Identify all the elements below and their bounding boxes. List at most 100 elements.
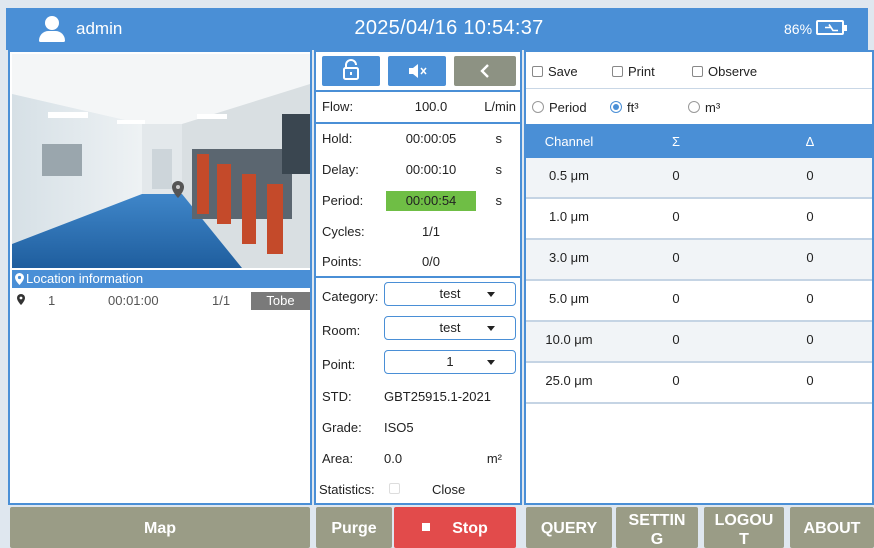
location-header: Location information xyxy=(12,270,310,288)
category-dropdown[interactable]: test xyxy=(384,282,516,306)
statistics-row: Statistics: Close xyxy=(316,475,520,505)
logout-label-line2: T xyxy=(739,531,749,548)
back-button[interactable] xyxy=(454,56,516,86)
table-header: Channel Σ Δ xyxy=(526,124,872,158)
header-sum: Σ xyxy=(671,134,681,149)
cycles-value: 1/1 xyxy=(421,224,441,239)
room-dropdown[interactable]: test xyxy=(384,316,516,340)
points-label: Points: xyxy=(322,254,362,269)
period-row: Period: 00:00:54 s xyxy=(316,186,520,216)
std-row: STD: GBT25915.1-2021 xyxy=(316,382,520,412)
header-delta: Δ xyxy=(805,134,815,149)
area-unit: m² xyxy=(486,451,502,466)
app-root: admin 2025/04/16 10:54:37 86% Location i… xyxy=(0,0,874,548)
cycles-row: Cycles: 1/1 xyxy=(316,217,520,247)
room-photo xyxy=(12,54,310,268)
ft3-radio[interactable]: ft³ xyxy=(610,100,639,115)
area-row: Area: 0.0 m² xyxy=(316,444,520,474)
setting-button[interactable]: SETTIN G xyxy=(616,507,698,548)
delay-row: Delay: 00:00:10 s xyxy=(316,155,520,185)
location-row[interactable]: 1 00:01:00 1/1 Tobe xyxy=(12,292,310,310)
point-dropdown[interactable]: 1 xyxy=(384,350,516,374)
table-row[interactable]: 3.0 μm 0 0 xyxy=(526,240,872,281)
statistics-close[interactable]: Close xyxy=(432,482,465,497)
m3-radio[interactable]: m³ xyxy=(688,100,720,115)
period-unit: s xyxy=(495,193,503,208)
top-bar: admin 2025/04/16 10:54:37 86% xyxy=(6,8,868,50)
flow-unit: L/min xyxy=(484,99,516,114)
location-time: 00:01:00 xyxy=(108,293,159,308)
about-button[interactable]: ABOUT xyxy=(790,507,874,548)
delta-cell: 0 xyxy=(806,291,814,306)
table-row[interactable]: 10.0 μm 0 0 xyxy=(526,322,872,363)
chevron-left-icon xyxy=(480,64,489,78)
points-row: Points: 0/0 xyxy=(316,247,520,277)
save-label: Save xyxy=(548,64,578,79)
stop-icon xyxy=(422,523,431,531)
statistics-checkbox[interactable] xyxy=(389,483,400,494)
hold-unit: s xyxy=(495,131,503,146)
table-row[interactable]: 5.0 μm 0 0 xyxy=(526,281,872,322)
period-radio-label: Period xyxy=(549,100,587,115)
delay-label: Delay: xyxy=(322,162,359,177)
std-value: GBT25915.1-2021 xyxy=(384,389,491,404)
table-row[interactable]: 0.5 μm 0 0 xyxy=(526,158,872,199)
channel-cell: 10.0 μm xyxy=(545,332,593,347)
category-value: test xyxy=(439,286,461,301)
grade-label: Grade: xyxy=(322,420,362,435)
logout-button[interactable]: LOGOU T xyxy=(704,507,784,548)
sum-cell: 0 xyxy=(672,291,680,306)
purge-button[interactable]: Purge xyxy=(316,507,392,548)
divider xyxy=(526,88,872,89)
table-row[interactable]: 1.0 μm 0 0 xyxy=(526,199,872,240)
point-label: Point: xyxy=(322,357,356,372)
print-label: Print xyxy=(628,64,655,79)
delta-cell: 0 xyxy=(806,168,814,183)
table-row[interactable]: 25.0 μm 0 0 xyxy=(526,363,872,404)
location-progress: 1/1 xyxy=(212,293,231,308)
location-status-badge: Tobe xyxy=(251,292,310,310)
ft3-radio-label: ft³ xyxy=(627,100,639,115)
area-value: 0.0 xyxy=(384,451,403,466)
point-value: 1 xyxy=(446,354,454,369)
setting-label-line1: SETTIN xyxy=(628,512,686,529)
unlock-icon xyxy=(343,59,359,80)
caret-down-icon xyxy=(487,360,495,365)
caret-down-icon xyxy=(487,292,495,297)
observe-checkbox[interactable]: Observe xyxy=(692,64,757,79)
channel-cell: 0.5 μm xyxy=(548,168,589,183)
flow-label: Flow: xyxy=(322,99,354,114)
setting-label-line2: G xyxy=(650,531,664,548)
hold-label: Hold: xyxy=(322,131,353,146)
delta-cell: 0 xyxy=(806,373,814,388)
logout-label-line1: LOGOU xyxy=(714,512,774,529)
query-button[interactable]: QUERY xyxy=(526,507,612,548)
unlock-button[interactable] xyxy=(322,56,380,86)
header-channel: Channel xyxy=(544,134,594,149)
print-checkbox[interactable]: Print xyxy=(612,64,655,79)
period-value[interactable]: 00:00:54 xyxy=(386,191,476,211)
data-panel: Save Print Observe Period ft³ m³ Channel… xyxy=(524,50,874,505)
sum-cell: 0 xyxy=(672,332,680,347)
delta-cell: 0 xyxy=(806,332,814,347)
sum-cell: 0 xyxy=(672,168,680,183)
caret-down-icon xyxy=(487,326,495,331)
save-checkbox[interactable]: Save xyxy=(532,64,578,79)
location-header-label: Location information xyxy=(26,271,144,286)
delta-cell: 0 xyxy=(806,250,814,265)
sum-cell: 0 xyxy=(672,250,680,265)
period-radio[interactable]: Period xyxy=(532,100,587,115)
category-label: Category: xyxy=(322,289,379,304)
location-panel: Location information 1 00:01:00 1/1 Tobe xyxy=(8,50,312,505)
mute-button[interactable] xyxy=(388,56,446,86)
hold-value[interactable]: 00:00:05 xyxy=(386,131,476,146)
cycles-label: Cycles: xyxy=(322,224,365,239)
m3-radio-label: m³ xyxy=(705,100,721,115)
points-value: 0/0 xyxy=(421,254,441,269)
delay-value[interactable]: 00:00:10 xyxy=(386,162,476,177)
datetime: 2025/04/16 10:54:37 xyxy=(354,17,544,39)
stop-label: Stop xyxy=(452,520,488,537)
stop-button[interactable]: Stop xyxy=(394,507,516,548)
map-button[interactable]: Map xyxy=(10,507,310,548)
battery-charging-icon xyxy=(816,20,847,35)
